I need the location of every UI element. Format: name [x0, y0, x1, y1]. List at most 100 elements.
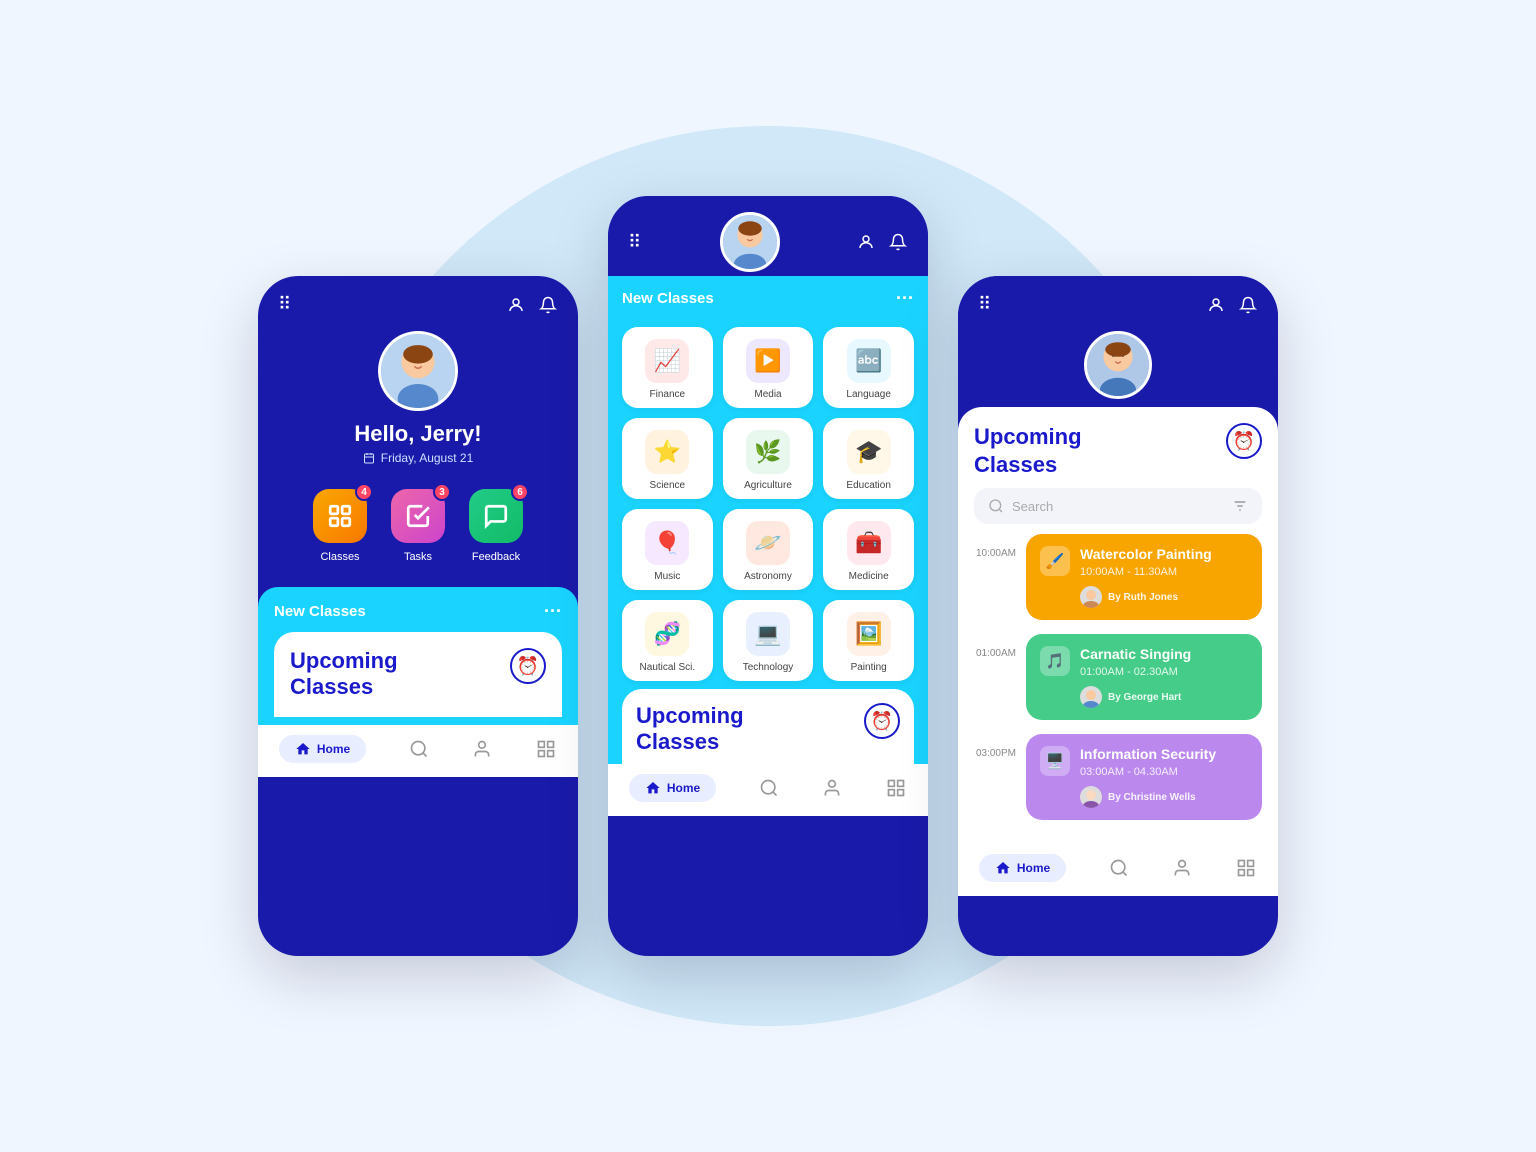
teacher-row-2: By Christine Wells — [1080, 786, 1216, 808]
center-clock-icon: ⏰ — [864, 703, 900, 739]
teacher-avatar-2 — [1080, 786, 1102, 808]
teacher-avatar-0 — [1080, 586, 1102, 608]
finance-icon: 📈 — [645, 339, 689, 383]
right-clock-icon: ⏰ — [1226, 423, 1262, 459]
left-avatar — [378, 331, 458, 411]
class-card-medicine[interactable]: 🧰 Medicine — [823, 509, 914, 590]
feedback-action[interactable]: 6 Feedback — [469, 489, 523, 563]
clock-icon-left: ⏰ — [510, 648, 546, 684]
topbar-icons — [506, 295, 558, 315]
right-bell-icon[interactable] — [1238, 295, 1258, 315]
right-profile-icon[interactable] — [1206, 295, 1226, 315]
nav-search-center[interactable] — [758, 777, 780, 799]
classes-action[interactable]: 4 Classes — [313, 489, 367, 563]
feedback-icon-wrap: 6 — [469, 489, 523, 543]
class-card-media[interactable]: ▶️ Media — [723, 327, 814, 408]
music-icon: 🎈 — [645, 521, 689, 565]
center-profile-icon[interactable] — [856, 232, 876, 252]
classes-badge: 4 — [355, 483, 373, 501]
center-bell-icon[interactable] — [888, 232, 908, 252]
center-more-icon[interactable]: ··· — [896, 288, 914, 309]
feedback-label: Feedback — [472, 551, 520, 563]
class-card-nautical[interactable]: 🧬 Nautical Sci. — [622, 600, 713, 681]
class-card-painting[interactable]: 🖼️ Painting — [823, 600, 914, 681]
classes-label: Classes — [320, 551, 359, 563]
nav-home-right[interactable]: Home — [979, 854, 1066, 882]
nav-search-right[interactable] — [1108, 857, 1130, 879]
phone-left: ⠿ — [258, 276, 578, 956]
phones-container: ⠿ — [258, 196, 1278, 956]
nav-profile-left[interactable] — [471, 738, 493, 760]
upcoming-title-left: Upcoming Classes — [290, 648, 398, 701]
new-classes-title: New Classes — [274, 603, 366, 620]
schedule-item-0: 10:00AM 🖌️ Watercolor Painting 10:00AM -… — [974, 534, 1262, 620]
quick-actions: 4 Classes 3 Tasks 6 Feedback — [258, 489, 578, 563]
left-topbar: ⠿ — [258, 276, 578, 323]
bell-icon[interactable] — [538, 295, 558, 315]
class-card-music[interactable]: 🎈 Music — [622, 509, 713, 590]
nav-home-center[interactable]: Home — [629, 774, 716, 802]
nav-grid-center[interactable] — [885, 777, 907, 799]
right-avatar — [1084, 331, 1152, 399]
right-menu-dots[interactable]: ⠿ — [978, 294, 993, 315]
tasks-icon-wrap: 3 — [391, 489, 445, 543]
more-icon[interactable]: ··· — [544, 601, 562, 622]
class-card-education[interactable]: 🎓 Education — [823, 418, 914, 499]
scene: ⠿ — [0, 0, 1536, 1152]
left-bottom-nav: Home — [258, 725, 578, 777]
center-bottom-nav: Home — [608, 764, 928, 816]
right-topbar: ⠿ — [958, 276, 1278, 323]
science-icon: ⭐ — [645, 430, 689, 474]
filter-icon[interactable] — [1232, 498, 1248, 514]
edu-icon: 🎓 — [847, 430, 891, 474]
nav-grid-right[interactable] — [1235, 857, 1257, 879]
nav-profile-right[interactable] — [1171, 857, 1193, 879]
search-icon — [988, 498, 1004, 514]
class-card-finance[interactable]: 📈 Finance — [622, 327, 713, 408]
language-icon: 🔤 — [847, 339, 891, 383]
class-card-astronomy[interactable]: 🪐 Astronomy — [723, 509, 814, 590]
painting-icon: 🖼️ — [847, 612, 891, 656]
right-bottom-nav: Home — [958, 844, 1278, 896]
tasks-action[interactable]: 3 Tasks — [391, 489, 445, 563]
nav-search-left[interactable] — [408, 738, 430, 760]
date-text: Friday, August 21 — [381, 451, 474, 465]
nav-grid-left[interactable] — [535, 738, 557, 760]
class-card-science[interactable]: ⭐ Science — [622, 418, 713, 499]
center-new-classes-title: New Classes — [622, 290, 714, 307]
singing-icon: 🎵 — [1040, 646, 1070, 676]
tasks-badge: 3 — [433, 483, 451, 501]
schedule-card-carnatic[interactable]: 🎵 Carnatic Singing 01:00AM - 02.30AM By … — [1026, 634, 1262, 720]
left-avatar-container — [258, 331, 578, 411]
nautical-icon: 🧬 — [645, 612, 689, 656]
center-upcoming-title: Upcoming Classes — [636, 703, 744, 756]
nav-profile-center[interactable] — [821, 777, 843, 799]
schedule-list: 10:00AM 🖌️ Watercolor Painting 10:00AM -… — [958, 534, 1278, 844]
feedback-badge: 6 — [511, 483, 529, 501]
classes-grid: 📈 Finance ▶️ Media 🔤 Language — [622, 319, 914, 689]
phone-right: ⠿ — [958, 276, 1278, 956]
nav-home-left[interactable]: Home — [279, 735, 366, 763]
medicine-icon: 🧰 — [847, 521, 891, 565]
teacher-row-0: By Ruth Jones — [1080, 586, 1212, 608]
class-card-language[interactable]: 🔤 Language — [823, 327, 914, 408]
schedule-card-watercolor[interactable]: 🖌️ Watercolor Painting 10:00AM - 11.30AM… — [1026, 534, 1262, 620]
media-icon: ▶️ — [746, 339, 790, 383]
watercolor-icon: 🖌️ — [1040, 546, 1070, 576]
center-menu-dots[interactable]: ⠿ — [628, 232, 643, 253]
phone-center: ⠿ — [608, 196, 928, 956]
schedule-card-security[interactable]: 🖥️ Information Security 03:00AM - 04.30A… — [1026, 734, 1262, 820]
class-card-agriculture[interactable]: 🌿 Agriculture — [723, 418, 814, 499]
date-row: Friday, August 21 — [258, 451, 578, 465]
search-placeholder: Search — [1012, 499, 1224, 514]
teacher-row-1: By George Hart — [1080, 686, 1191, 708]
class-card-technology[interactable]: 💻 Technology — [723, 600, 814, 681]
schedule-item-2: 03:00PM 🖥️ Information Security 03:00AM … — [974, 734, 1262, 820]
search-bar[interactable]: Search — [974, 488, 1262, 524]
menu-dots-icon[interactable]: ⠿ — [278, 294, 293, 315]
classes-icon-wrap: 4 — [313, 489, 367, 543]
astro-icon: 🪐 — [746, 521, 790, 565]
new-classes-header: New Classes ··· — [274, 601, 562, 622]
tech-icon: 💻 — [746, 612, 790, 656]
profile-icon[interactable] — [506, 295, 526, 315]
